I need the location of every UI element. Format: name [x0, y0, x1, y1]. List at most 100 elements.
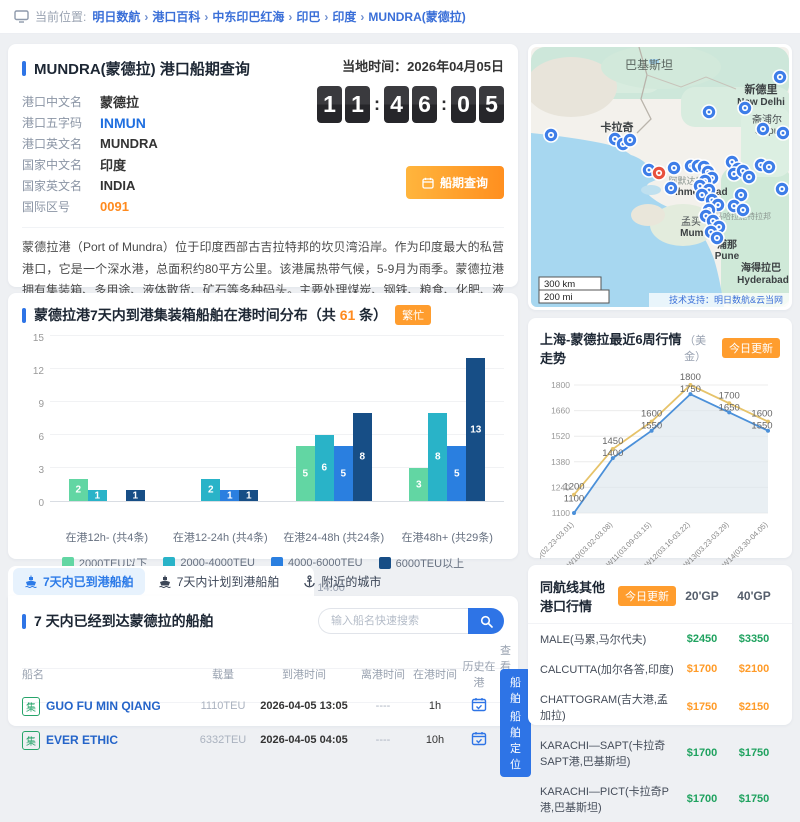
breadcrumb-link[interactable]: 印度 [332, 10, 356, 24]
ship-locate-button[interactable]: 船舶定位 [500, 703, 531, 777]
breadcrumb-prefix: 当前位置: [35, 8, 86, 25]
breadcrumb-link[interactable]: 印巴 [296, 10, 320, 24]
history-cell [458, 697, 500, 715]
ship-table-title: 7 天内已经到达蒙德拉的船舶 [34, 611, 214, 631]
ship-search-button[interactable] [468, 608, 504, 634]
trend-value-label: 1550 [641, 421, 662, 432]
tab-arrived-ships[interactable]: 7天内已到港船舶 [13, 568, 145, 595]
bar-2000-4000TEU[interactable]: 2 [201, 479, 220, 501]
history-calendar-icon[interactable] [471, 731, 487, 746]
field-label: 国家英文名 [22, 177, 100, 194]
port-marker[interactable] [702, 105, 716, 119]
y-tick-label: 3 [38, 465, 44, 476]
breadcrumb-link[interactable]: 中东印巴红海 [212, 10, 284, 24]
map-scale: 300 km200 mi [539, 277, 609, 303]
port-marker[interactable] [667, 161, 681, 175]
bar-slot: 1 [88, 490, 107, 501]
bar-6000TEU以上[interactable]: 13 [466, 358, 485, 501]
table-header-cell: 到港时间 [254, 666, 354, 682]
price-40gp: $2150 [728, 701, 780, 713]
field-label: 国家中文名 [22, 156, 100, 173]
port-duration-cell: 10h [412, 734, 458, 746]
port-marker[interactable] [762, 160, 776, 174]
anchor-icon [303, 575, 316, 588]
clock-digit: 5 [479, 86, 504, 123]
scale-mi-label: 200 mi [544, 292, 573, 303]
port-field-row: 港口英文名MUNDRA [22, 133, 504, 154]
title-accent-bar [22, 308, 26, 323]
mundra-marker[interactable] [652, 166, 666, 180]
breadcrumb-separator: › [324, 10, 328, 24]
tab-planned-ships[interactable]: 7天内计划到港船舶 [147, 568, 291, 595]
bar-6000TEU以上[interactable]: 8 [353, 413, 372, 501]
breadcrumb-link[interactable]: MUNDRA(蒙德拉) [368, 10, 465, 24]
trend-value-label: 1750 [680, 384, 701, 395]
port-marker[interactable] [623, 133, 637, 147]
departure-time-cell: ---- [354, 700, 412, 712]
bar-2000TEU以下[interactable]: 3 [409, 468, 428, 501]
col-40gp: 40'GP [728, 589, 780, 603]
bar-group: 211 [50, 337, 164, 501]
tab-nearby-cities[interactable]: 附近的城市 [292, 568, 392, 595]
map-panel: 巴基斯坦卡拉奇新德里New Delhi斋浦尔Jaipur阿默达巴德Ahmedab… [528, 44, 792, 310]
bar-6000TEU以上[interactable]: 1 [239, 490, 258, 501]
ship-name-link[interactable]: GUO FU MIN QIANG [46, 699, 161, 713]
tab-label: 7天内已到港船舶 [43, 573, 134, 590]
schedule-query-label: 船期查询 [440, 174, 488, 191]
trend-value-label: 1600 [751, 409, 772, 420]
bar-2000TEU以下[interactable]: 5 [296, 446, 315, 501]
breadcrumb-link[interactable]: 港口百科 [152, 10, 200, 24]
bar-slot: 2 [69, 479, 88, 501]
schedule-query-button[interactable]: 船期查询 [406, 166, 504, 199]
bar-value-label: 1 [88, 490, 107, 501]
legend-label: 6000TEU以上 [396, 555, 464, 571]
bar-value-label: 3 [409, 479, 428, 490]
ship-search-input[interactable] [318, 608, 468, 634]
clock-digit: 1 [317, 86, 342, 123]
ship-name-link[interactable]: EVER ETHIC [46, 733, 118, 747]
bar-6000TEU以上[interactable]: 1 [126, 490, 145, 501]
breadcrumb-separator: › [144, 10, 148, 24]
ship-name-cell: 集EVER ETHIC [22, 731, 192, 750]
port-marker[interactable] [756, 122, 770, 136]
port-marker[interactable] [736, 203, 750, 217]
price-20gp: $1750 [676, 701, 728, 713]
bar-2000TEU以下[interactable]: 2 [69, 479, 88, 501]
bar-slot: 1 [239, 490, 258, 501]
field-value: MUNDRA [100, 136, 158, 151]
port-marker[interactable] [776, 126, 789, 140]
breadcrumb-link[interactable]: 明日数航 [92, 10, 140, 24]
bar-2000-4000TEU[interactable]: 8 [428, 413, 447, 501]
map-city-label: 巴基斯坦 [625, 58, 673, 72]
bar-value-label: 2 [201, 485, 220, 496]
breadcrumb-items: 明日数航›港口百科›中东印巴红海›印巴›印度›MUNDRA(蒙德拉) [92, 8, 465, 25]
bar-2000-4000TEU[interactable]: 1 [88, 490, 107, 501]
gridline [50, 335, 504, 336]
trend-value-label: 1650 [719, 402, 740, 413]
bar-4000-6000TEU[interactable]: 5 [334, 446, 353, 501]
bar-group: 211 [164, 337, 278, 501]
trend-title: 上海-蒙德拉最近6周行情走势 [540, 329, 684, 367]
price-40gp: $2100 [728, 663, 780, 675]
port-marker[interactable] [710, 231, 724, 245]
field-label: 国际区号 [22, 198, 100, 215]
port-marker[interactable] [775, 182, 789, 196]
port-marker[interactable] [664, 181, 678, 195]
bar-4000-6000TEU[interactable]: 1 [220, 490, 239, 501]
bar-category-label: 在港48h+ (共29条) [391, 529, 505, 545]
bar-4000-6000TEU[interactable]: 5 [447, 446, 466, 501]
port-marker[interactable] [773, 70, 787, 84]
bar-2000-4000TEU[interactable]: 6 [315, 435, 334, 501]
trend-line-chart: 1100124013801520166018001200110014501400… [540, 373, 778, 571]
port-marker[interactable] [742, 170, 756, 184]
port-marker[interactable] [544, 128, 558, 142]
clock-colon: : [441, 94, 447, 115]
trend-y-label: 1520 [551, 431, 570, 441]
trend-subtitle: （美金） [684, 332, 722, 364]
flip-clock: 11:46:05 [317, 86, 504, 123]
port-marker[interactable] [738, 101, 752, 115]
legend-item[interactable]: 6000TEU以上 [379, 555, 464, 571]
port-info-panel: MUNDRA(蒙德拉) 港口船期查询 港口中文名蒙德拉港口五字码INMUN港口英… [8, 44, 518, 287]
trend-y-label: 1660 [551, 406, 570, 416]
map[interactable]: 巴基斯坦卡拉奇新德里New Delhi斋浦尔Jaipur阿默达巴德Ahmedab… [531, 47, 789, 307]
